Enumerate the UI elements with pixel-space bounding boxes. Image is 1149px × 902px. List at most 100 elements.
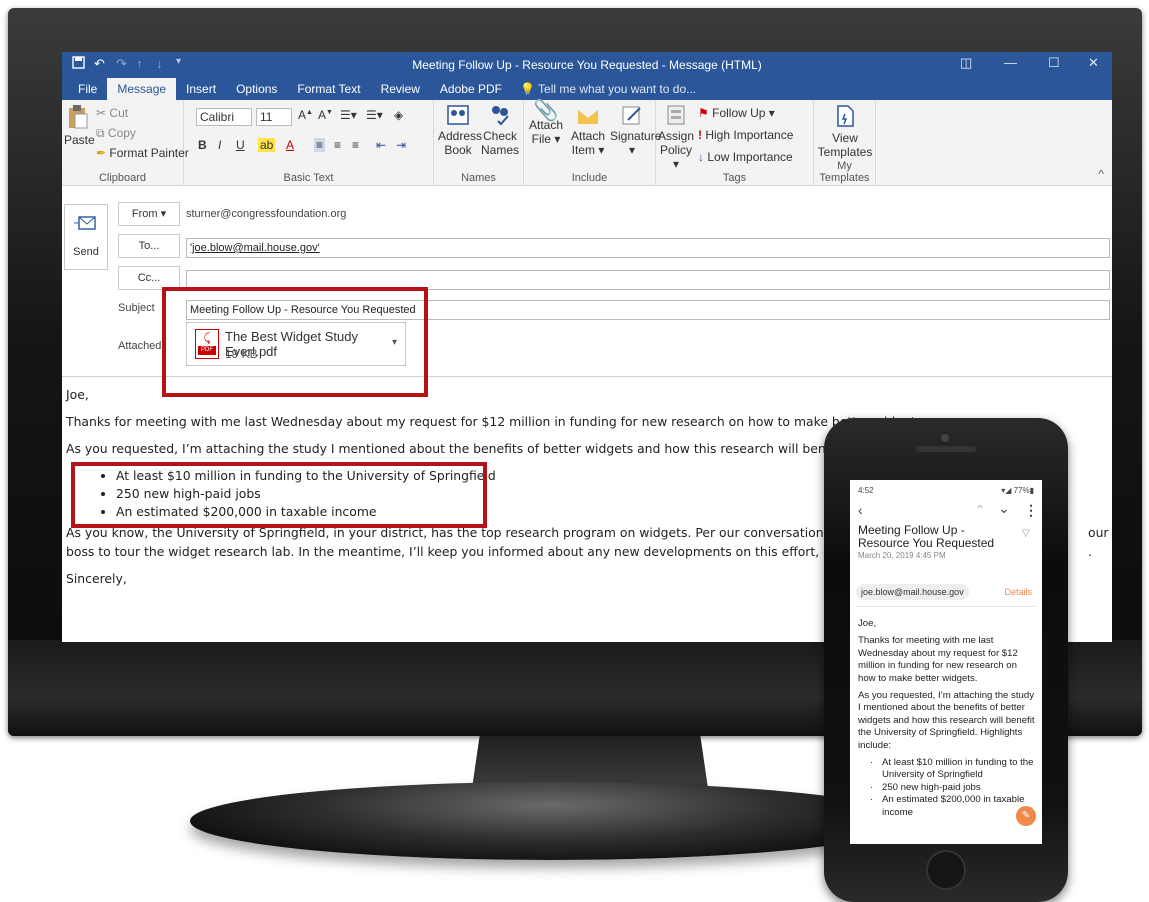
divider <box>856 606 1036 607</box>
tab-options[interactable]: Options <box>226 78 287 100</box>
italic-icon[interactable]: I <box>218 138 221 152</box>
decrease-indent-icon[interactable]: ⇤ <box>376 138 386 152</box>
camera-icon <box>941 434 949 442</box>
smartphone: 4:52 ▾◢ 77%▮ ‹ ⌃ ⌄ ⋮ Meeting Follow Up -… <box>824 418 1068 902</box>
lightbulb-icon: 💡 <box>519 82 535 96</box>
attach-item-button[interactable]: Attach Item ▾ <box>568 104 608 157</box>
ribbon-tabs: File Message Insert Options Format Text … <box>62 78 1112 100</box>
phone-status-bar: 4:52 ▾◢ 77%▮ <box>850 480 1042 500</box>
my-templates-label: My Templates <box>819 160 870 184</box>
bold-icon[interactable]: B <box>198 138 207 152</box>
tell-me-box[interactable]: 💡 Tell me what you want to do... <box>512 78 704 100</box>
flag-icon: ⚑ <box>698 106 709 120</box>
ribbon-display-icon[interactable]: ◫ <box>960 55 972 71</box>
phone-message-body: Joe, Thanks for meeting with me last Wed… <box>858 618 1036 819</box>
assign-policy-button[interactable]: Assign Policy ▾ <box>658 104 694 171</box>
check-names-button[interactable]: Check Names <box>480 104 520 157</box>
phone-time: 4:52 <box>858 486 874 495</box>
my-templates-group: View Templates My Templates <box>814 100 876 186</box>
tags-label: Tags <box>722 172 747 184</box>
font-name-select[interactable]: Calibri <box>196 108 252 126</box>
list-item: At least $10 million in funding to the U… <box>870 757 1036 782</box>
speaker-grille <box>916 446 976 452</box>
font-color-icon[interactable]: A <box>286 138 294 152</box>
to-button[interactable]: To... <box>118 234 180 258</box>
send-button[interactable]: Send <box>64 204 108 270</box>
more-icon[interactable]: ⋮ <box>1024 502 1038 519</box>
tab-insert[interactable]: Insert <box>176 78 226 100</box>
attach-file-button[interactable]: 📎 Attach File ▾ <box>526 100 566 146</box>
phone-date: March 20, 2019 4:45 PM <box>858 551 946 560</box>
high-importance-button[interactable]: ! High Importance <box>698 128 793 142</box>
collapse-ribbon-icon[interactable]: ^ <box>1098 167 1104 181</box>
numbering-icon[interactable]: ☰▾ <box>366 108 383 122</box>
underline-icon[interactable]: U <box>236 138 245 152</box>
names-label: Names <box>461 172 496 184</box>
tags-group: Assign Policy ▾ ⚑ Follow Up ▾ ! High Imp… <box>656 100 814 186</box>
phone-paragraph-2: As you requested, I’m attaching the stud… <box>858 690 1035 751</box>
title-bar: ↶ ↷ ↑ ↓ ▾ Meeting Follow Up - Resource Y… <box>62 52 1112 78</box>
window-title: Meeting Follow Up - Resource You Request… <box>412 58 762 72</box>
copy-button[interactable]: ⧉ Copy <box>96 126 136 141</box>
tab-review[interactable]: Review <box>371 78 430 100</box>
monitor-stand-base <box>190 782 910 860</box>
chevron-down-icon[interactable]: ⌄ <box>998 500 1010 517</box>
cut-button[interactable]: ✂ Cut <box>96 106 128 120</box>
back-icon[interactable]: ‹ <box>858 502 863 518</box>
grow-font-icon[interactable]: A▲ <box>298 108 313 122</box>
phone-subject: Meeting Follow Up - Resource You Request… <box>858 523 995 550</box>
battery-icon: ▾◢ 77%▮ <box>1001 486 1034 495</box>
compose-icon[interactable]: ✎ <box>1016 806 1036 826</box>
increase-indent-icon[interactable]: ⇥ <box>396 138 406 152</box>
paintbrush-icon: ✒ <box>96 146 107 160</box>
close-icon[interactable]: ✕ <box>1088 55 1099 71</box>
clear-format-icon[interactable]: ◈ <box>394 108 403 122</box>
details-link[interactable]: Details <box>1004 587 1032 597</box>
minimize-icon[interactable]: — <box>1004 55 1017 70</box>
format-painter-button[interactable]: ✒ Format Painter <box>96 146 189 160</box>
bullets-highlight-box <box>71 462 487 528</box>
follow-up-button[interactable]: ⚑ Follow Up ▾ <box>698 106 775 120</box>
align-left-icon[interactable]: ≡ <box>314 138 326 152</box>
home-button[interactable] <box>926 850 966 890</box>
tab-file[interactable]: File <box>68 78 107 100</box>
tab-format-text[interactable]: Format Text <box>287 78 370 100</box>
clipboard-group: Paste ✂ Cut ⧉ Copy ✒ Format Painter Clip… <box>62 100 189 186</box>
list-item: 250 new high-paid jobs <box>870 782 1036 795</box>
low-importance-button[interactable]: ↓ Low Importance <box>698 150 793 164</box>
phone-greeting: Joe, <box>858 618 877 629</box>
clipboard-label: Clipboard <box>98 172 147 184</box>
tab-message[interactable]: Message <box>107 78 177 100</box>
attachment-highlight-box <box>162 287 428 397</box>
phone-screen: 4:52 ▾◢ 77%▮ ‹ ⌃ ⌄ ⋮ Meeting Follow Up -… <box>850 480 1042 844</box>
list-item: An estimated $200,000 in taxable income <box>870 794 1036 819</box>
shrink-font-icon[interactable]: A▼ <box>318 108 333 122</box>
paste-button[interactable]: Paste <box>64 104 95 147</box>
basic-text-group: Calibri 11 A▲ A▼ ☰▾ ☰▾ ◈ B I U ab A ≡ ≡ … <box>184 100 434 186</box>
signature-button[interactable]: Signature ▾ <box>610 104 661 157</box>
include-label: Include <box>571 172 608 184</box>
align-right-icon[interactable]: ≡ <box>352 138 359 152</box>
align-center-icon[interactable]: ≡ <box>334 138 341 152</box>
phone-highlights-list: At least $10 million in funding to the U… <box>858 757 1036 819</box>
paperclip-icon: 📎 <box>533 100 559 122</box>
highlight-icon[interactable]: ab <box>258 138 276 152</box>
filter-icon[interactable]: ▽ <box>1022 528 1030 539</box>
tab-adobe-pdf[interactable]: Adobe PDF <box>430 78 512 100</box>
send-icon <box>74 216 96 230</box>
include-group: 📎 Attach File ▾ Attach Item ▾ Signature … <box>524 100 661 186</box>
chevron-up-icon[interactable]: ⌃ <box>974 502 986 519</box>
font-size-select[interactable]: 11 <box>256 108 292 126</box>
address-book-button[interactable]: Address Book <box>438 104 482 157</box>
to-field[interactable]: 'joe.blow@mail.house.gov' <box>186 238 1110 258</box>
basic-text-label: Basic Text <box>283 172 334 184</box>
scissors-icon: ✂ <box>96 106 107 120</box>
phone-nav-bar: ‹ ⌃ ⌄ ⋮ <box>850 500 1042 522</box>
phone-recipient[interactable]: joe.blow@mail.house.gov <box>856 584 969 600</box>
from-value: sturner@congressfoundation.org <box>186 208 347 220</box>
from-button[interactable]: From ▾ <box>118 202 180 226</box>
view-templates-button[interactable]: View Templates <box>816 104 874 159</box>
names-group: Address Book Check Names Names <box>434 100 524 186</box>
maximize-icon[interactable]: ☐ <box>1048 55 1060 71</box>
bullets-icon[interactable]: ☰▾ <box>340 108 357 122</box>
